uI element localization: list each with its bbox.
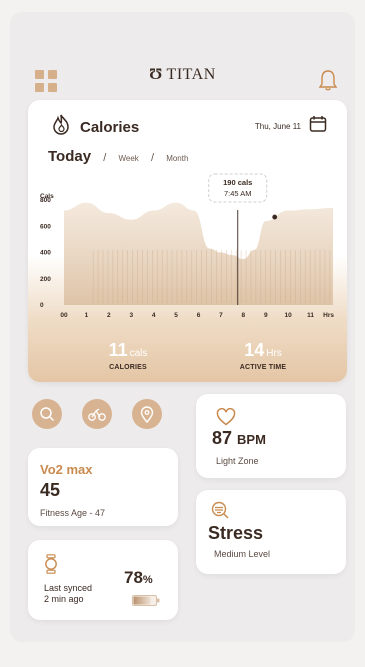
chart-area: [64, 202, 333, 305]
active-time-stat: 14 Hrs ACTIVE TIME: [213, 340, 313, 371]
calories-label: CALORIES: [109, 364, 147, 371]
calories-stat: 11 cals CALORIES: [83, 340, 173, 371]
battery-unit: %: [142, 574, 153, 586]
bell-icon[interactable]: [317, 68, 339, 92]
x-tick-label: 5: [174, 312, 178, 319]
stress-card[interactable]: Stress Medium Level: [196, 490, 346, 574]
location-button[interactable]: [132, 399, 162, 429]
x-tick-label: 00: [60, 312, 68, 319]
search-button[interactable]: [32, 399, 62, 429]
x-tick-label: 8: [242, 312, 246, 319]
heart-rate-value: 87 BPM: [212, 428, 266, 449]
active-label: ACTIVE TIME: [239, 364, 287, 371]
vo2-card[interactable]: Vo2 max 45 Fitness Age - 47: [28, 448, 178, 526]
battery-percent: 78%: [124, 568, 153, 588]
data-point: [272, 214, 278, 220]
bpm-unit: BPM: [237, 432, 266, 447]
y-tick-label: 800: [40, 197, 51, 204]
active-value: 14: [244, 340, 265, 360]
y-tick-label: 600: [40, 223, 51, 230]
x-tick-label: 11: [307, 312, 314, 319]
y-tick-label: 200: [40, 276, 51, 283]
fitness-age: Fitness Age - 47: [40, 508, 106, 518]
calories-chart: Cals800600400200000 1 2 3 4 5 6 7 8 9 10 11 Hrs190 c…: [40, 173, 334, 319]
brand-logo: Ʊ TITAN: [10, 66, 355, 84]
header: Ʊ TITAN: [10, 12, 355, 102]
x-tick-label: 2: [107, 312, 111, 319]
flame-icon: [53, 114, 69, 135]
x-tick-label: 6: [197, 312, 201, 319]
heart-icon: [216, 408, 236, 426]
brand-name: TITAN: [166, 66, 216, 83]
brand-mark: Ʊ: [149, 66, 163, 83]
x-tick-label: 3: [129, 312, 133, 319]
x-tick-label: 1: [85, 312, 89, 319]
x-tick-label: 9: [264, 312, 268, 319]
heart-rate-card[interactable]: 87 BPM Light Zone: [196, 394, 346, 478]
app-screen: Ʊ TITAN Calories Thu, June 11 Today / Wee…: [10, 12, 355, 642]
heart-zone: Light Zone: [216, 456, 259, 466]
search-icon: [40, 407, 55, 422]
tab-today[interactable]: Today: [48, 148, 91, 165]
x-tick-label: 7: [219, 312, 223, 319]
x-tick-label: 10: [285, 312, 293, 319]
bike-icon: [88, 408, 106, 421]
calendar-icon[interactable]: [309, 115, 327, 133]
tab-week[interactable]: Week: [118, 154, 138, 163]
calories-value: 11: [108, 340, 128, 360]
vo2-title: Vo2 max: [40, 462, 93, 477]
tab-separator: /: [150, 152, 155, 164]
period-tabs: Today / Week / Month: [48, 148, 188, 165]
battery-value: 78: [124, 568, 143, 587]
watch-icon: [45, 554, 57, 574]
last-synced-line2: 2 min ago: [44, 594, 84, 604]
y-tick-label: 0: [40, 302, 44, 309]
x-tick-label: Hrs: [323, 312, 334, 319]
sync-card[interactable]: Last synced 2 min ago 78%: [28, 540, 178, 620]
calories-card: Calories Thu, June 11 Today / Week / Mon…: [28, 100, 347, 382]
stress-title: Stress: [208, 523, 264, 543]
location-icon: [140, 405, 154, 423]
calories-title: Calories: [80, 119, 140, 136]
vo2-value: 45: [40, 480, 61, 500]
battery-icon: [132, 595, 160, 606]
tooltip-time: 7:45 AM: [224, 189, 252, 198]
tab-month[interactable]: Month: [166, 154, 188, 163]
stress-icon: [211, 501, 229, 519]
date-label: Thu, June 11: [254, 122, 301, 131]
last-synced-line1: Last synced: [44, 583, 93, 593]
stress-level: Medium Level: [214, 549, 271, 559]
calories-unit: cals: [129, 348, 148, 359]
tab-separator: /: [103, 152, 107, 164]
x-tick-label: 4: [152, 312, 156, 319]
active-unit: Hrs: [266, 348, 282, 359]
tooltip-value: 190 cals: [223, 178, 252, 187]
bpm-value: 87: [212, 428, 233, 448]
last-synced-text: Last synced 2 min ago: [44, 583, 92, 605]
y-tick-label: 400: [40, 250, 51, 257]
cycling-button[interactable]: [82, 399, 112, 429]
